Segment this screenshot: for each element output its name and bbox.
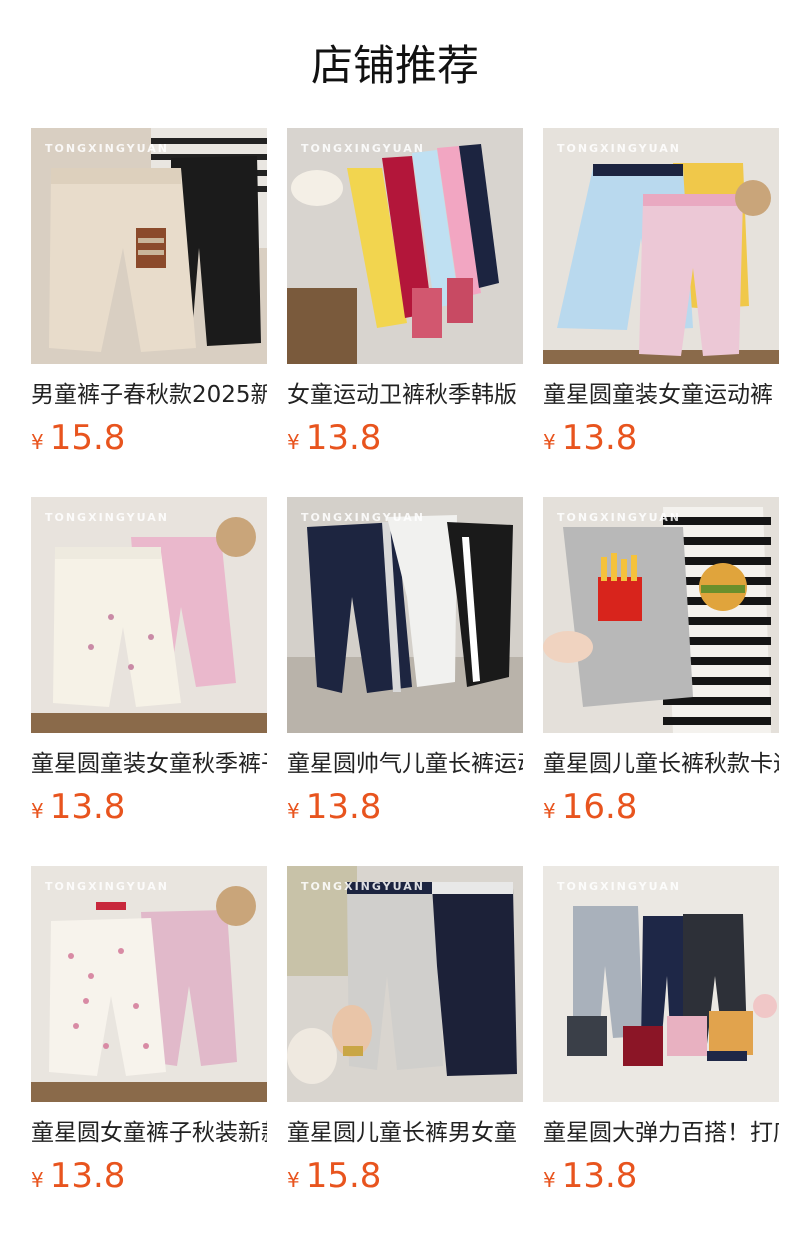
currency-symbol: ¥ <box>543 430 556 454</box>
currency-symbol: ¥ <box>31 799 44 823</box>
watermark-text: TONGXINGYUAN <box>557 880 681 893</box>
product-card[interactable]: TONGXINGYUAN 童星圆儿童长裤男女童 ¥15.8 <box>287 866 523 1235</box>
product-price: ¥13.8 <box>287 418 523 458</box>
product-card[interactable]: TONGXINGYUAN 童星圆儿童长裤秋款卡通 ¥16.8 <box>543 497 779 866</box>
product-card[interactable]: TONGXINGYUAN 童星圆大弹力百搭！打底裤 ¥13.8 <box>543 866 779 1235</box>
product-card[interactable]: TONGXINGYUAN 童星圆帅气儿童长裤运动 ¥13.8 <box>287 497 523 866</box>
price-value: 13.8 <box>305 787 382 827</box>
price-value: 13.8 <box>49 1156 126 1196</box>
product-name[interactable]: 童星圆童装女童运动裤 <box>543 378 779 412</box>
product-image[interactable]: TONGXINGYUAN <box>31 497 267 733</box>
product-name[interactable]: 童星圆大弹力百搭！打底裤 <box>543 1116 779 1150</box>
product-name[interactable]: 女童运动卫裤秋季韩版 <box>287 378 523 412</box>
product-price: ¥13.8 <box>31 1156 267 1196</box>
page-title: 店铺推荐 <box>310 41 479 90</box>
currency-symbol: ¥ <box>287 430 300 454</box>
product-image[interactable]: TONGXINGYUAN <box>31 128 267 364</box>
currency-symbol: ¥ <box>287 799 300 823</box>
price-value: 15.8 <box>49 418 126 458</box>
product-name[interactable]: 男童裤子春秋款2025新款 <box>31 378 267 412</box>
currency-symbol: ¥ <box>543 799 556 823</box>
product-price: ¥13.8 <box>287 787 523 827</box>
watermark-text: TONGXINGYUAN <box>45 142 169 155</box>
price-value: 16.8 <box>561 787 638 827</box>
watermark-text: TONGXINGYUAN <box>557 142 681 155</box>
product-image[interactable]: TONGXINGYUAN <box>31 866 267 1102</box>
product-card[interactable]: TONGXINGYUAN 童星圆女童裤子秋装新款 ¥13.8 <box>31 866 267 1235</box>
price-value: 15.8 <box>305 1156 382 1196</box>
product-card[interactable]: TONGXINGYUAN 女童运动卫裤秋季韩版 ¥13.8 <box>287 128 523 497</box>
product-image[interactable]: TONGXINGYUAN <box>287 128 523 364</box>
price-value: 13.8 <box>561 418 638 458</box>
product-image[interactable]: TONGXINGYUAN <box>543 128 779 364</box>
currency-symbol: ¥ <box>31 1168 44 1192</box>
price-value: 13.8 <box>305 418 382 458</box>
product-card[interactable]: TONGXINGYUAN 童星圆童装女童运动裤 ¥13.8 <box>543 128 779 497</box>
product-price: ¥13.8 <box>543 1156 779 1196</box>
product-card[interactable]: TONGXINGYUAN 男童裤子春秋款2025新款 ¥15.8 <box>31 128 267 497</box>
product-image[interactable]: TONGXINGYUAN <box>543 497 779 733</box>
product-image[interactable]: TONGXINGYUAN <box>287 866 523 1102</box>
watermark-text: TONGXINGYUAN <box>301 142 425 155</box>
currency-symbol: ¥ <box>287 1168 300 1192</box>
currency-symbol: ¥ <box>31 430 44 454</box>
product-image[interactable]: TONGXINGYUAN <box>543 866 779 1102</box>
product-name[interactable]: 童星圆帅气儿童长裤运动 <box>287 747 523 781</box>
price-value: 13.8 <box>561 1156 638 1196</box>
watermark-text: TONGXINGYUAN <box>301 880 425 893</box>
product-name[interactable]: 童星圆女童裤子秋装新款 <box>31 1116 267 1150</box>
product-price: ¥15.8 <box>31 418 267 458</box>
watermark-text: TONGXINGYUAN <box>301 511 425 524</box>
product-price: ¥15.8 <box>287 1156 523 1196</box>
product-price: ¥13.8 <box>31 787 267 827</box>
product-name[interactable]: 童星圆童装女童秋季裤子 <box>31 747 267 781</box>
product-grid: TONGXINGYUAN 男童裤子春秋款2025新款 ¥15.8 TONGXIN… <box>31 128 779 1235</box>
product-image[interactable]: TONGXINGYUAN <box>287 497 523 733</box>
product-name[interactable]: 童星圆儿童长裤秋款卡通 <box>543 747 779 781</box>
watermark-text: TONGXINGYUAN <box>45 880 169 893</box>
product-price: ¥16.8 <box>543 787 779 827</box>
price-value: 13.8 <box>49 787 126 827</box>
currency-symbol: ¥ <box>543 1168 556 1192</box>
product-card[interactable]: TONGXINGYUAN 童星圆童装女童秋季裤子 ¥13.8 <box>31 497 267 866</box>
watermark-text: TONGXINGYUAN <box>45 511 169 524</box>
product-price: ¥13.8 <box>543 418 779 458</box>
watermark-text: TONGXINGYUAN <box>557 511 681 524</box>
product-name[interactable]: 童星圆儿童长裤男女童 <box>287 1116 523 1150</box>
